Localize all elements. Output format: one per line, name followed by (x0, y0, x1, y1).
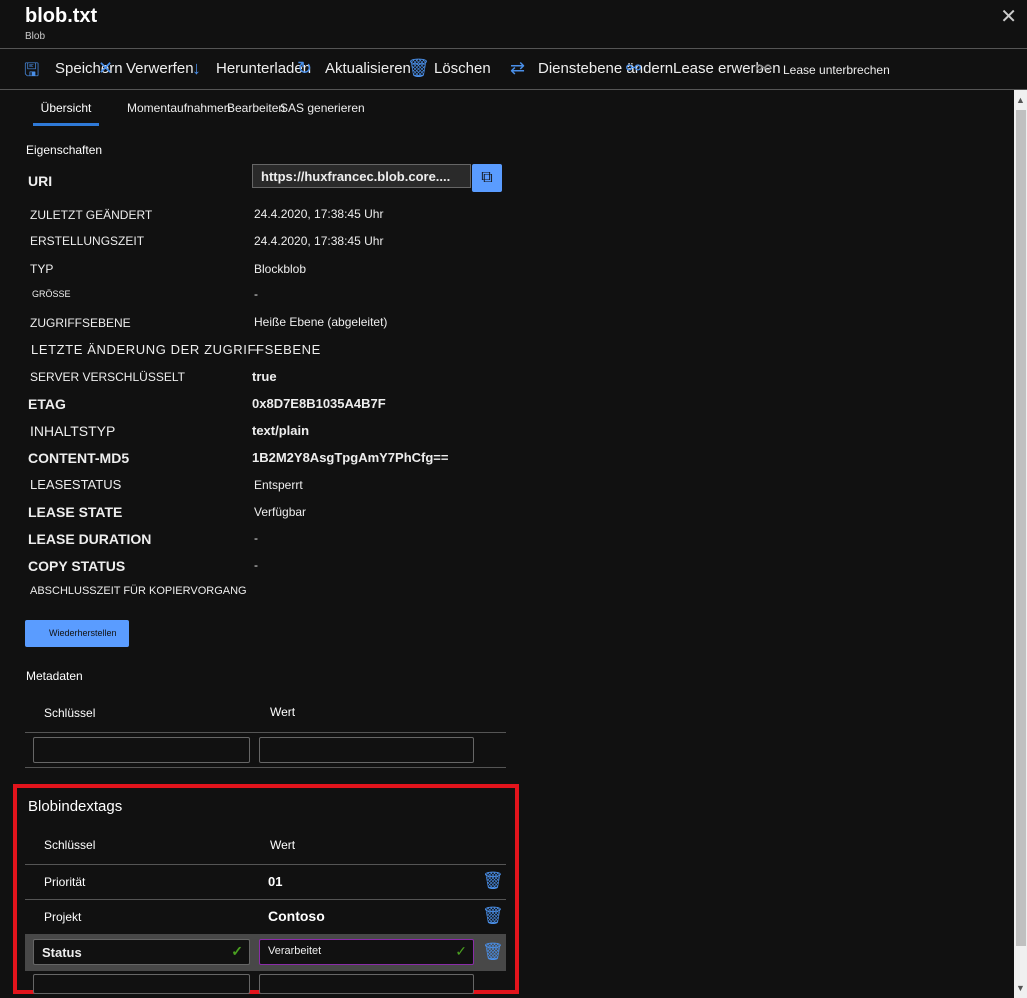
metadata-value-input[interactable] (259, 737, 474, 763)
delete-tag-icon[interactable]: 🗑 (482, 906, 504, 926)
tag-key: Projekt (44, 910, 82, 924)
tag-key-input[interactable]: Status ✓ (33, 939, 250, 965)
trash-icon[interactable]: 🗑 (407, 58, 430, 79)
swap-icon[interactable]: ⇄ (510, 58, 525, 79)
check-icon: ✓ (455, 943, 467, 959)
restore-button[interactable]: Wiederherstellen (25, 620, 129, 647)
change-tier-button[interactable]: Dienstebene ändern (538, 60, 673, 77)
property-value: text/plain (252, 423, 310, 438)
property-label: TYP (30, 262, 54, 276)
uri-label: URI (28, 173, 53, 189)
copy-icon[interactable]: ⧉ (472, 164, 502, 192)
property-value: - (254, 342, 258, 356)
property-label: SERVER VERSCHLÜSSELT (30, 370, 185, 384)
tags-key-header: Schlüssel (44, 838, 96, 852)
page-title: blob.txt (25, 5, 98, 27)
page-subtitle: Blob (25, 31, 46, 42)
delete-button[interactable]: Löschen (434, 60, 491, 77)
metadata-value-header: Wert (270, 705, 296, 719)
tags-title: Blobindextags (28, 798, 123, 815)
property-label: CONTENT-MD5 (28, 450, 130, 466)
property-value: 24.4.2020, 17:38:45 Uhr (254, 234, 384, 248)
metadata-key-input[interactable] (33, 737, 250, 763)
check-icon: ✓ (231, 943, 243, 959)
tab-edit[interactable]: Bearbeiten (227, 101, 285, 115)
metadata-key-header: Schlüssel (44, 706, 96, 720)
tags-value-header: Wert (270, 838, 296, 852)
property-label: ZUGRIFFSEBENE (30, 316, 131, 330)
property-label: ZULETZT GEÄNDERT (30, 208, 153, 222)
refresh-icon[interactable]: ↻ (297, 58, 312, 79)
delete-tag-icon[interactable]: 🗑 (482, 942, 504, 962)
divider (0, 89, 1027, 90)
property-label: LEASE STATE (28, 504, 123, 520)
scroll-down-icon[interactable]: ▼ (1016, 983, 1025, 993)
property-label: LEASESTATUS (30, 477, 122, 492)
scroll-up-icon[interactable]: ▲ (1016, 95, 1025, 105)
tag-value-input-value: Verarbeitet (268, 945, 322, 957)
divider (25, 767, 506, 768)
divider (0, 48, 1027, 49)
property-value: - (254, 558, 258, 572)
tag-key-input-value: Status (42, 945, 82, 960)
tab-snapshots[interactable]: Momentaufnahmen (127, 101, 230, 115)
tab-overview[interactable]: Übersicht (33, 101, 99, 126)
property-label: COPY STATUS (28, 558, 126, 574)
link-icon[interactable]: ⚯ (626, 58, 641, 79)
property-value: true (252, 369, 277, 384)
property-value: 1B2M2Y8AsgTpgAmY7PhCfg== (252, 450, 449, 465)
divider (25, 899, 506, 900)
broken-link-icon: ⚯ (756, 58, 772, 78)
divider (25, 864, 506, 865)
scrollbar-thumb[interactable] (1016, 110, 1026, 946)
property-value: 0x8D7E8B1035A4B7F (252, 396, 386, 411)
discard-icon[interactable]: ✕ (98, 58, 113, 79)
property-value: 24.4.2020, 17:38:45 Uhr (254, 207, 384, 221)
discard-button[interactable]: Verwerfen (126, 60, 194, 77)
property-label: ERSTELLUNGSZEIT (30, 234, 145, 248)
property-value: Verfügbar (254, 505, 307, 519)
property-label: LETZTE ÄNDERUNG DER ZUGRIFFSEBENE (31, 342, 321, 357)
property-value: Entsperrt (254, 478, 303, 492)
new-tag-key-input[interactable] (33, 974, 250, 994)
property-label: ABSCHLUSSZEIT FÜR KOPIERVORGANG (30, 585, 247, 597)
property-label: ETAG (28, 396, 66, 412)
tag-key: Priorität (44, 875, 86, 889)
property-value: Heiße Ebene (abgeleitet) (254, 315, 388, 329)
close-icon[interactable]: ✕ (1000, 4, 1017, 29)
tab-sas[interactable]: SAS generieren (280, 101, 365, 115)
download-icon[interactable]: ↓ (192, 58, 201, 79)
property-value: - (254, 531, 258, 545)
refresh-button[interactable]: Aktualisieren (325, 60, 411, 77)
property-label: INHALTSTYP (30, 423, 116, 439)
delete-tag-icon[interactable]: 🗑 (482, 871, 504, 891)
divider (25, 732, 506, 733)
save-icon[interactable]: 🖫 (24, 58, 39, 88)
property-value: Blockblob (254, 262, 307, 276)
tag-value: Contoso (268, 908, 325, 924)
section-properties-title: Eigenschaften (26, 143, 103, 157)
new-tag-value-input[interactable] (259, 974, 474, 994)
metadata-title: Metadaten (26, 669, 83, 683)
tag-value-input[interactable]: Verarbeitet ✓ (259, 939, 474, 965)
uri-field[interactable]: https://huxfrancec.blob.core.... (252, 164, 471, 188)
property-label: LEASE DURATION (28, 531, 152, 547)
property-label: GRÖSSE (32, 289, 71, 299)
property-value: - (254, 287, 258, 301)
tag-value: 01 (268, 874, 283, 889)
break-lease-button[interactable]: Lease unterbrechen (783, 63, 890, 77)
